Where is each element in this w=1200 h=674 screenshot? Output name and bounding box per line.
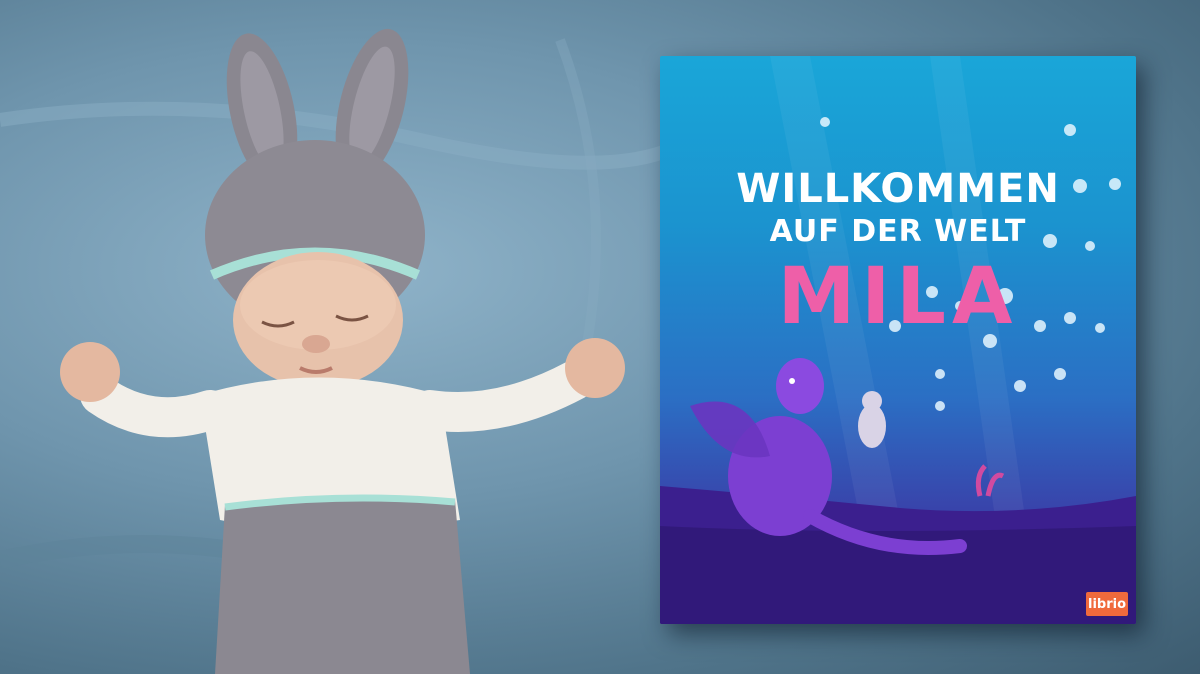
publisher-logo: librio: [1086, 592, 1128, 616]
cover-title-line1: WILLKOMMEN: [736, 166, 1060, 212]
cover-title-line2: AUF DER WELT: [769, 214, 1027, 249]
cover-child-name: MILA: [777, 252, 1019, 342]
book-cover: WILLKOMMEN AUF DER WELT MILA librio: [660, 56, 1136, 624]
